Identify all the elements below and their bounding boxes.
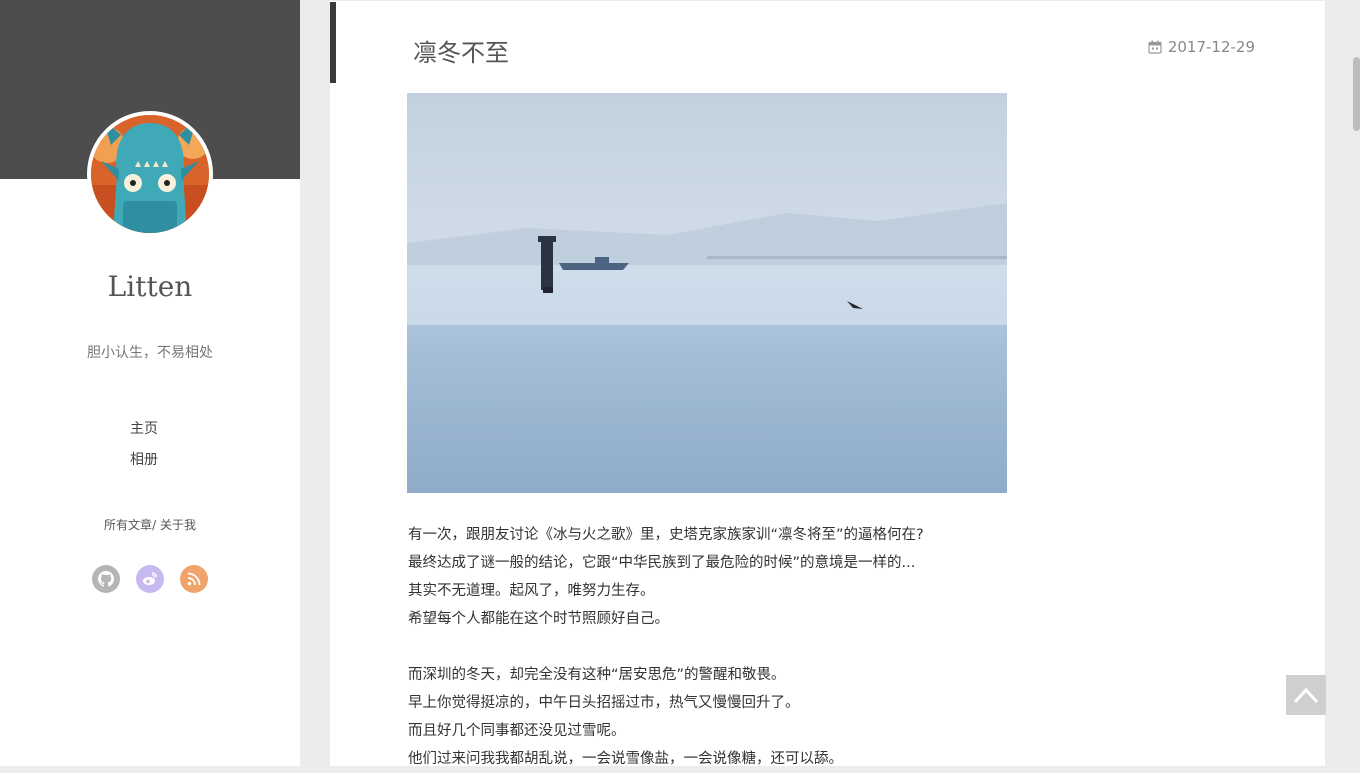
nav-item-album[interactable]: 相册	[130, 445, 158, 476]
post-date: 2017-12-29	[1148, 38, 1255, 56]
paragraph-line: 最终达成了谜一般的结论，它跟“中华民族到了最危险的时候”的意境是一样的...	[408, 555, 916, 571]
post-date-text: 2017-12-29	[1167, 38, 1255, 56]
links-separator: /	[152, 518, 157, 532]
weibo-icon	[143, 572, 158, 585]
paragraph-line: 希望每个人都能在这个时节照顾好自己。	[408, 611, 669, 627]
rss-icon	[187, 572, 201, 586]
paragraph-line: 早上你觉得挺凉的，中午日头招摇过市，热气又慢慢回升了。	[408, 695, 800, 711]
chevron-up-icon	[1293, 687, 1319, 704]
all-posts-link[interactable]: 所有文章	[104, 518, 152, 532]
paragraph-line: 而深圳的冬天，却完全没有这种“居安思危”的警醒和敬畏。	[408, 667, 786, 683]
github-icon	[98, 571, 114, 587]
post-body: 有一次，跟朋友讨论《冰与火之歌》里，史塔克家族家训“凛冬将至”的逼格何在? 最终…	[408, 521, 1008, 773]
paragraph-line: 其实不无道理。起风了，唯努力生存。	[408, 583, 655, 599]
author-name[interactable]: Litten	[0, 270, 300, 303]
paragraph-line: 他们过来问我我都胡乱说，一会说雪像盐，一会说像糖，还可以舔。	[408, 751, 843, 767]
scrollbar-thumb[interactable]	[1353, 57, 1360, 131]
avatar-monster-image	[91, 115, 209, 233]
social-links	[92, 565, 208, 593]
github-link[interactable]	[92, 565, 120, 593]
sidebar: Litten 胆小认生，不易相处 主页 相册 所有文章/ 关于我	[0, 0, 300, 766]
paragraph-line: 有一次，跟朋友讨论《冰与火之歌》里，史塔克家族家训“凛冬将至”的逼格何在?	[408, 527, 924, 543]
nav-item-home[interactable]: 主页	[130, 414, 158, 445]
title-accent-bar	[330, 2, 336, 83]
rss-link[interactable]	[180, 565, 208, 593]
article: 凛冬不至 2017-12-29 有一次，跟朋友讨论《冰与火之歌》里，史塔克家族家…	[330, 1, 1325, 767]
avatar[interactable]	[87, 111, 213, 237]
about-me-link[interactable]: 关于我	[160, 518, 196, 532]
author-motto: 胆小认生，不易相处	[87, 345, 213, 361]
back-to-top-button[interactable]	[1286, 675, 1326, 715]
paragraph-line: 而且好几个同事都还没见过雪呢。	[408, 723, 626, 739]
sidebar-links: 所有文章/ 关于我	[0, 516, 300, 533]
post-title[interactable]: 凛冬不至	[413, 33, 509, 68]
post-image[interactable]	[407, 93, 1007, 493]
calendar-icon	[1148, 40, 1162, 54]
sea-photo	[407, 93, 1007, 493]
sidebar-nav: 主页 相册	[130, 414, 158, 476]
weibo-link[interactable]	[136, 565, 164, 593]
